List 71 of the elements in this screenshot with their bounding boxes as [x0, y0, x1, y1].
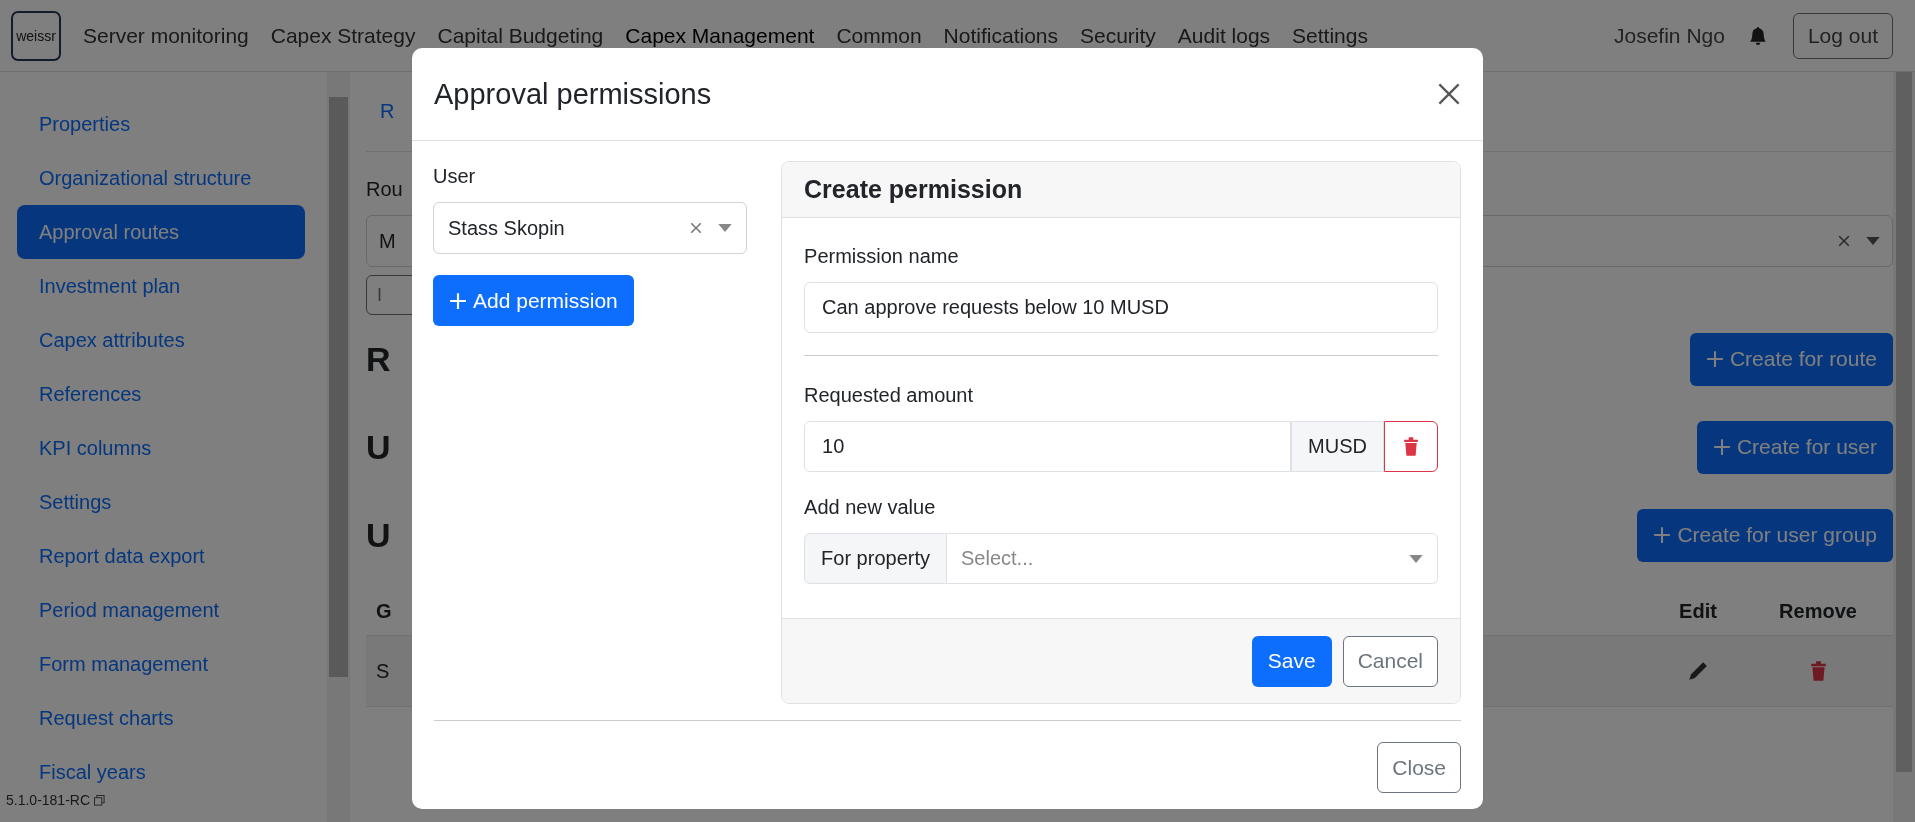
- sidebar-scrollbar[interactable]: [327, 72, 350, 822]
- user-select[interactable]: Stass Skopin: [433, 202, 748, 254]
- nav-link[interactable]: Audit logs: [1177, 23, 1271, 48]
- nav-link[interactable]: Settings: [1292, 23, 1368, 48]
- sidebar-item[interactable]: Report data export: [17, 529, 305, 583]
- pencil-icon[interactable]: [1688, 661, 1708, 681]
- sidebar-item[interactable]: KPI columns: [17, 421, 305, 475]
- create-button[interactable]: Create for route: [1689, 332, 1893, 386]
- page-scrollbar[interactable]: [1893, 72, 1915, 822]
- sidebar-item[interactable]: Settings: [17, 475, 305, 529]
- sidebar-item[interactable]: Period management: [17, 583, 305, 637]
- sidebar-item[interactable]: Organizational structure: [17, 151, 305, 205]
- sidebar-item[interactable]: Approval routes: [17, 205, 305, 259]
- clear-icon[interactable]: [1838, 235, 1850, 247]
- save-button[interactable]: Save: [1251, 635, 1332, 687]
- add-permission-button[interactable]: Add permission: [433, 275, 634, 326]
- plus-icon: [1653, 526, 1672, 544]
- logo[interactable]: weissr: [11, 10, 61, 61]
- clear-icon[interactable]: [690, 222, 703, 234]
- nav-link[interactable]: Common: [836, 23, 922, 48]
- copy-icon[interactable]: [94, 794, 106, 806]
- sidebar-item[interactable]: Request charts: [17, 691, 305, 745]
- trash-icon[interactable]: [1809, 661, 1827, 681]
- nav-link[interactable]: Security: [1080, 23, 1156, 48]
- sidebar-item[interactable]: Capex attributes: [17, 313, 305, 367]
- column-header: Remove: [1778, 599, 1858, 623]
- table-cell: S: [376, 659, 390, 682]
- close-icon[interactable]: [1438, 83, 1460, 105]
- delete-button[interactable]: [1384, 421, 1438, 472]
- caret-icon: [1409, 554, 1423, 563]
- caret-icon: [718, 224, 733, 232]
- sidebar-item[interactable]: References: [17, 367, 305, 421]
- cancel-button[interactable]: Cancel: [1342, 635, 1438, 687]
- tab[interactable]: R: [366, 100, 395, 123]
- trash-icon: [1403, 437, 1419, 456]
- amount-field[interactable]: 10: [804, 421, 1292, 472]
- section-heading: U: [366, 427, 391, 467]
- nav-link[interactable]: Notifications: [943, 23, 1058, 48]
- field-label: Rou: [366, 178, 403, 201]
- logout-button[interactable]: Log out: [1792, 12, 1893, 59]
- plus-icon: [1712, 438, 1731, 456]
- plus-icon: [1705, 350, 1724, 368]
- create-button[interactable]: Create for user group: [1637, 508, 1893, 562]
- property-addon: For property: [804, 533, 947, 584]
- nav-link[interactable]: Capex Strategy: [270, 23, 416, 48]
- permission-name-field[interactable]: Can approve requests below 10 MUSD: [804, 282, 1438, 333]
- field-label: User: [433, 165, 476, 188]
- create-button[interactable]: Create for user: [1696, 420, 1893, 474]
- close-button[interactable]: Close: [1377, 742, 1461, 793]
- modal-title: Approval permissions: [434, 77, 712, 111]
- version-text: 5.1.0-181-RC: [6, 792, 91, 808]
- column-header: Edit: [1678, 599, 1718, 623]
- nav-link[interactable]: Capex Management: [625, 23, 815, 48]
- unit-addon: MUSD: [1291, 421, 1384, 472]
- plus-icon: [449, 291, 467, 310]
- column-header: G: [376, 599, 392, 622]
- nav-link[interactable]: Capital Budgeting: [437, 23, 604, 48]
- section-heading: R: [366, 339, 391, 379]
- sidebar-item[interactable]: Form management: [17, 637, 305, 691]
- bell-icon[interactable]: [1748, 25, 1767, 46]
- user-name: Josefin Ngo: [1614, 23, 1725, 48]
- sidebar-item[interactable]: Investment plan: [17, 259, 305, 313]
- sidebar-item[interactable]: Properties: [17, 97, 305, 151]
- field-label: Requested amount: [804, 384, 975, 407]
- section-heading: U: [366, 515, 391, 555]
- property-select[interactable]: Select...: [947, 533, 1438, 584]
- nav-link[interactable]: Server monitoring: [83, 23, 249, 48]
- card-title: Create permission: [804, 175, 1023, 204]
- field-label: Add new value: [804, 496, 937, 519]
- field-label: Permission name: [804, 245, 960, 268]
- caret-icon: [1866, 237, 1880, 245]
